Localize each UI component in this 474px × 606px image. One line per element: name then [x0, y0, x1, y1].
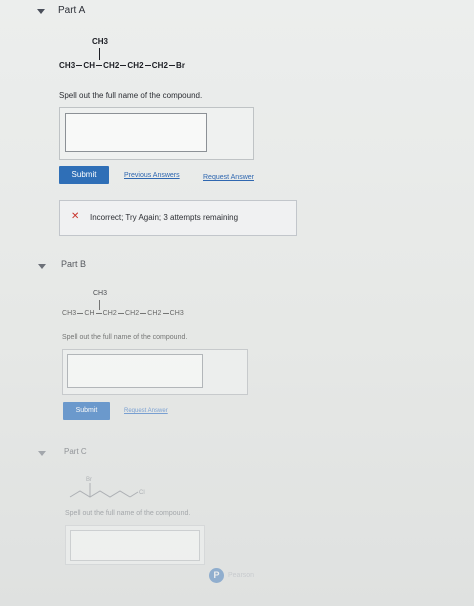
- part-b-title: Part B: [61, 259, 87, 269]
- part-a-condensed-formula: CH3 CH CH2 CH2 CH2 Br: [59, 61, 185, 70]
- part-b-collapse-toggle[interactable]: [38, 264, 46, 269]
- part-b-prompt: Spell out the full name of the compound.: [62, 334, 188, 341]
- part-b-branch-group: CH3: [93, 290, 107, 297]
- part-c-skeletal-structure: Br Cl: [69, 477, 145, 498]
- bond-line: [117, 312, 124, 314]
- formula-group: CH: [83, 61, 96, 70]
- part-a-request-answer-link[interactable]: Request Answer: [203, 174, 254, 181]
- formula-group: CH2: [103, 61, 120, 70]
- bond-line: [162, 312, 169, 314]
- br-atom-label: Br: [86, 477, 92, 483]
- part-a-branch-bond: [99, 48, 100, 60]
- assignment-page: Part A CH3 CH3 CH CH2 CH2 CH2 Br Spell out th…: [0, 0, 474, 606]
- bond-line: [77, 312, 84, 314]
- part-b-condensed-formula: CH3 CH CH2 CH2 CH2 CH3: [62, 310, 184, 317]
- part-b-answer-input[interactable]: [67, 354, 203, 388]
- part-b-request-answer-link[interactable]: Request Answer: [124, 408, 168, 414]
- pearson-logo-icon: P: [209, 568, 224, 583]
- formula-group: CH3: [59, 61, 76, 70]
- x-icon: ✕: [71, 211, 80, 222]
- carbon-chain: [69, 490, 131, 498]
- bond-line: [76, 65, 83, 67]
- formula-group: CH3: [169, 310, 184, 317]
- formula-group: CH2: [147, 310, 162, 317]
- bond-line: [120, 65, 127, 67]
- part-c-prompt: Spell out the full name of the compound.: [65, 510, 191, 517]
- formula-group: Br: [176, 61, 186, 70]
- part-a-branch-group: CH3: [92, 37, 108, 46]
- part-a-submit-button[interactable]: Submit: [59, 166, 109, 184]
- formula-group: CH2: [124, 310, 140, 317]
- part-c-title: Part C: [64, 447, 87, 456]
- part-a-prompt: Spell out the full name of the compound.: [59, 91, 203, 100]
- part-a-previous-answers-link[interactable]: Previous Answers: [124, 172, 180, 179]
- branch-text: CH3: [93, 290, 108, 297]
- cl-bond: [129, 491, 139, 498]
- pearson-wordmark: Pearson: [228, 572, 255, 579]
- part-a-feedback-box: ✕ Incorrect; Try Again; 3 attempts remai…: [59, 200, 297, 236]
- bond-line: [96, 65, 103, 67]
- part-c-collapse-toggle[interactable]: [38, 451, 46, 456]
- formula-group: CH: [84, 310, 95, 317]
- formula-group: CH2: [151, 61, 169, 70]
- bond-line: [169, 65, 176, 67]
- part-a-feedback-text: Incorrect; Try Again; 3 attempts remaini…: [90, 213, 239, 222]
- part-b-branch-bond: [99, 300, 100, 310]
- part-a-collapse-toggle[interactable]: [37, 9, 45, 14]
- bond-line: [144, 65, 151, 67]
- bond-line: [140, 312, 147, 314]
- formula-group: CH2: [102, 310, 117, 317]
- part-a-answer-input[interactable]: [65, 113, 207, 152]
- cl-atom-label: Cl: [139, 490, 145, 496]
- formula-group: CH3: [62, 310, 77, 317]
- branch-text: CH3: [92, 37, 109, 46]
- formula-group: CH2: [127, 61, 144, 70]
- bond-line: [95, 312, 102, 314]
- part-c-answer-input[interactable]: [70, 530, 200, 561]
- part-b-submit-button[interactable]: Submit: [63, 402, 110, 420]
- part-a-title: Part A: [58, 5, 86, 16]
